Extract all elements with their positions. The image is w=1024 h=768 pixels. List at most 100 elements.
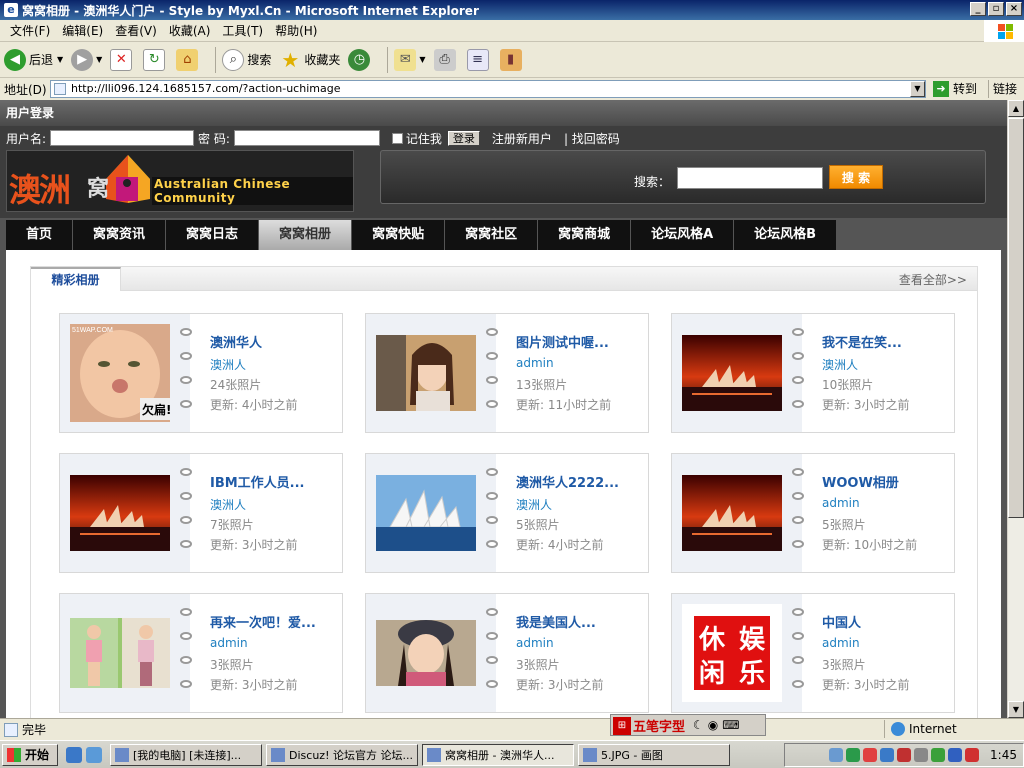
edit-button[interactable]: ≡ <box>466 48 492 71</box>
history-button[interactable]: ◷ <box>348 48 373 71</box>
nav-item[interactable]: 论坛风格B <box>734 220 838 250</box>
go-button[interactable]: ➜ 转到 <box>933 80 977 97</box>
album-name[interactable]: 再来一次吧！爱... <box>210 612 316 631</box>
album-owner[interactable]: 澳洲人 <box>516 496 552 513</box>
album-name[interactable]: 澳洲华人 <box>210 332 262 351</box>
nav-item[interactable]: 窝窝相册 <box>259 220 353 250</box>
menu-view[interactable]: 查看(V) <box>109 22 163 39</box>
scroll-down-button[interactable]: ▼ <box>1008 701 1024 718</box>
nav-item[interactable]: 窝窝快贴 <box>352 220 446 250</box>
menu-favorites[interactable]: 收藏(A) <box>163 22 217 39</box>
album-owner[interactable]: 澳洲人 <box>822 356 858 373</box>
album-thumbnail[interactable] <box>376 324 476 422</box>
taskbar-task[interactable]: [我的电脑] [未连接]... <box>110 743 263 766</box>
album-owner[interactable]: admin <box>516 636 554 650</box>
ie-quicklaunch-icon[interactable] <box>66 746 83 763</box>
minimize-button[interactable]: _ <box>970 2 986 16</box>
album-name[interactable]: 我不是在笑... <box>822 332 902 351</box>
album-owner[interactable]: admin <box>516 356 554 370</box>
site-search-input[interactable] <box>677 167 823 189</box>
album-cover[interactable] <box>366 314 496 432</box>
nav-item[interactable]: 窝窝商城 <box>538 220 632 250</box>
album-name[interactable]: 图片测试中喔... <box>516 332 609 351</box>
disconnect-icon[interactable] <box>965 748 980 762</box>
taskbar-task[interactable]: Discuz! 论坛官方 论坛... <box>266 743 419 766</box>
taskbar-task[interactable]: 窝窝相册 - 澳洲华人... <box>422 743 575 766</box>
site-search-button[interactable]: 搜 索 <box>829 165 883 189</box>
album-thumbnail[interactable]: 休娱闲乐 <box>682 604 782 702</box>
album-thumbnail[interactable] <box>70 604 170 702</box>
album-owner[interactable]: admin <box>822 496 860 510</box>
mail-button[interactable]: ✉ ▼ <box>394 48 426 71</box>
login-button[interactable]: 登录 <box>447 130 480 146</box>
album-owner[interactable]: 澳洲人 <box>210 496 246 513</box>
stop-button[interactable]: ✕ <box>110 48 135 71</box>
links-button[interactable]: 链接 <box>988 80 1017 98</box>
username-input[interactable] <box>50 130 195 146</box>
password-input[interactable] <box>233 130 380 146</box>
nav-item[interactable]: 窝窝社区 <box>445 220 539 250</box>
album-thumbnail[interactable] <box>682 324 782 422</box>
album-owner[interactable]: admin <box>822 636 860 650</box>
album-cover[interactable] <box>366 594 496 712</box>
remember-checkbox[interactable] <box>391 132 403 144</box>
album-thumbnail[interactable] <box>70 464 170 562</box>
site-logo[interactable]: 澳洲 窝 Australian Chinese Community <box>6 150 354 212</box>
menu-file[interactable]: 文件(F) <box>4 22 56 39</box>
register-link[interactable]: 注册新用户 <box>492 130 552 147</box>
album-name[interactable]: IBM工作人员... <box>210 472 305 491</box>
keyboard-icon[interactable]: ⌨ <box>722 718 739 732</box>
vertical-scrollbar[interactable]: ▲ ▼ <box>1007 100 1024 718</box>
album-name[interactable]: 我是美国人... <box>516 612 596 631</box>
qq-icon[interactable] <box>863 748 878 762</box>
volume-icon[interactable] <box>914 748 929 762</box>
album-name[interactable]: 澳洲华人2222... <box>516 472 619 491</box>
favorites-button[interactable]: ★ 收藏夹 <box>279 48 340 72</box>
album-cover[interactable]: 51WAP.COM 欠扁! <box>60 314 190 432</box>
maximize-button[interactable]: ▫ <box>988 2 1004 16</box>
msn-icon[interactable] <box>880 748 895 762</box>
moon-icon[interactable]: ☾ <box>693 718 704 732</box>
album-owner[interactable]: 澳洲人 <box>210 356 246 373</box>
forward-button[interactable]: ▶ ▼ <box>71 48 102 71</box>
refresh-button[interactable]: ↻ <box>143 48 168 71</box>
address-dropdown-button[interactable]: ▼ <box>910 81 925 97</box>
ime-toolbar[interactable]: ⊞ 五笔字型 ☾ ◉ ⌨ <box>610 714 766 736</box>
close-button[interactable]: × <box>1006 2 1022 16</box>
album-cover[interactable] <box>672 314 802 432</box>
album-cover[interactable] <box>672 454 802 572</box>
nav-item[interactable]: 窝窝资讯 <box>73 220 167 250</box>
menu-edit[interactable]: 编辑(E) <box>56 22 109 39</box>
album-cover[interactable] <box>60 454 190 572</box>
umbrella-icon[interactable] <box>846 748 861 762</box>
shield-icon[interactable] <box>897 748 912 762</box>
search-button[interactable]: ⌕ 搜索 <box>222 48 271 71</box>
menu-help[interactable]: 帮助(H) <box>269 22 323 39</box>
album-thumbnail[interactable]: 51WAP.COM 欠扁! <box>70 324 170 422</box>
view-all-link[interactable]: 查看全部>> <box>899 271 967 288</box>
album-thumbnail[interactable] <box>376 464 476 562</box>
album-owner[interactable]: admin <box>210 636 248 650</box>
nav-item[interactable]: 窝窝日志 <box>166 220 260 250</box>
nav-item[interactable]: 论坛风格A <box>631 220 735 250</box>
back-button[interactable]: ◀ 后退 ▼ <box>4 48 63 71</box>
antivirus-icon[interactable] <box>931 748 946 762</box>
album-thumbnail[interactable] <box>682 464 782 562</box>
start-button[interactable]: 开始 <box>2 743 59 766</box>
menu-tools[interactable]: 工具(T) <box>216 22 269 39</box>
album-cover[interactable] <box>366 454 496 572</box>
scroll-thumb[interactable] <box>1008 118 1024 518</box>
desktop-quicklaunch-icon[interactable] <box>86 746 103 763</box>
taskbar-task[interactable]: 5.JPG - 画图 <box>578 743 731 766</box>
album-name[interactable]: WOOW相册 <box>822 472 899 491</box>
album-thumbnail[interactable] <box>376 604 476 702</box>
security-icon[interactable] <box>948 748 963 762</box>
scroll-up-button[interactable]: ▲ <box>1008 100 1024 117</box>
network-icon[interactable] <box>829 748 844 762</box>
album-name[interactable]: 中国人 <box>822 612 861 631</box>
home-button[interactable]: ⌂ <box>176 48 201 71</box>
forgot-password-link[interactable]: | 找回密码 <box>564 130 620 147</box>
address-input[interactable]: http://lli096.124.1685157.com/?action-uc… <box>50 80 926 98</box>
album-cover[interactable] <box>60 594 190 712</box>
punct-icon[interactable]: ◉ <box>708 718 718 732</box>
